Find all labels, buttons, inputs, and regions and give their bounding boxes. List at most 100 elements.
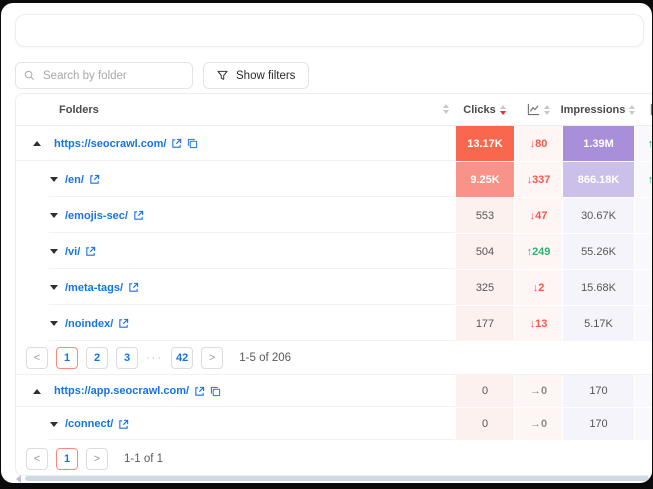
folder-link[interactable]: /en/ [65, 174, 100, 186]
table-row: https://app.seocrawl.com/ 0 →0 170 ↑ [16, 375, 652, 408]
column-header-clicks[interactable]: Clicks [455, 94, 514, 125]
expand-caret-icon[interactable] [50, 177, 58, 182]
sort-carets-icon[interactable] [443, 104, 449, 114]
clicks-trend-cell: →0 [514, 375, 562, 408]
folder-label: https://app.seocrawl.com/ [54, 385, 189, 397]
impressions-trend-cell: ↓8 [634, 198, 652, 234]
external-link-icon[interactable] [118, 318, 129, 329]
pagination-page-42[interactable]: 42 [171, 347, 193, 369]
line-chart-icon [527, 103, 540, 116]
collapsed-filter-panel [15, 14, 644, 47]
line-chart-icon [650, 103, 653, 116]
collapse-caret-icon[interactable] [33, 389, 41, 394]
pagination-next-button[interactable]: > [86, 448, 108, 470]
folders-header-label: Folders [59, 104, 99, 116]
column-header-clicks-trend[interactable] [514, 94, 562, 125]
pagination-page-1[interactable]: 1 [56, 448, 78, 470]
clicks-header-label: Clicks [463, 104, 495, 116]
table-row: /emojis-sec/ 553 ↓47 30.67K ↓8 [16, 198, 652, 234]
sort-carets-icon[interactable] [500, 105, 506, 115]
folder-label: /emojis-sec/ [65, 210, 128, 222]
expand-caret-icon[interactable] [50, 422, 58, 427]
table-row: /meta-tags/ 325 ↓2 15.68K ↑2 [16, 270, 652, 306]
folder-link[interactable]: /noindex/ [65, 318, 129, 330]
search-icon [24, 70, 35, 81]
pagination-page-2[interactable]: 2 [86, 347, 108, 369]
table-row: /connect/ 0 →0 170 ↑ [16, 408, 652, 441]
clicks-cell: 504 [455, 234, 514, 270]
impressions-cell: 30.67K [562, 198, 634, 234]
impressions-cell: 170 [562, 375, 634, 408]
clicks-cell: 9.25K [455, 162, 514, 198]
folder-link[interactable]: /vi/ [65, 246, 96, 258]
column-header-impressions-trend[interactable] [634, 94, 652, 125]
collapse-caret-icon[interactable] [33, 141, 41, 146]
pagination-group-2: < 1 > 1-1 of 1 [16, 441, 652, 477]
external-link-icon[interactable] [133, 210, 144, 221]
expand-caret-icon[interactable] [50, 285, 58, 290]
clicks-trend-cell: ↓337 [514, 162, 562, 198]
app-window: Show filters Folders Clicks Impressions [1, 3, 652, 483]
table-row: /noindex/ 177 ↓13 5.17K ↑ [16, 306, 652, 342]
impressions-trend-cell: ↑74 [634, 126, 652, 162]
pagination-page-1[interactable]: 1 [56, 347, 78, 369]
show-filters-button[interactable]: Show filters [203, 62, 309, 89]
external-link-icon[interactable] [85, 246, 96, 257]
copy-icon[interactable] [210, 386, 221, 397]
horizontal-scrollbar[interactable] [25, 476, 649, 481]
pagination-prev-button[interactable]: < [26, 347, 48, 369]
impressions-cell: 170 [562, 408, 634, 441]
column-header-impressions[interactable]: Impressions [562, 94, 634, 125]
impressions-trend-cell: ↑2 [634, 270, 652, 306]
impressions-trend-cell: ↑ [634, 306, 652, 342]
impressions-cell: 15.68K [562, 270, 634, 306]
clicks-trend-cell: →0 [514, 408, 562, 441]
hscroll-left-arrow[interactable] [16, 475, 21, 483]
impressions-trend-cell: ↑95 [634, 162, 652, 198]
clicks-trend-cell: ↓80 [514, 126, 562, 162]
pagination-ellipsis[interactable]: ··· [146, 352, 163, 364]
pagination-next-button[interactable]: > [201, 347, 223, 369]
external-link-icon[interactable] [89, 174, 100, 185]
impressions-cell: 1.39M [562, 126, 634, 162]
table-row: /en/ 9.25K ↓337 866.18K ↑95 [16, 162, 652, 198]
expand-caret-icon[interactable] [50, 213, 58, 218]
expand-caret-icon[interactable] [50, 249, 58, 254]
clicks-trend-cell: ↓13 [514, 306, 562, 342]
search-input[interactable] [41, 69, 184, 83]
clicks-trend-cell: ↓47 [514, 198, 562, 234]
folder-link[interactable]: /connect/ [65, 418, 129, 430]
clicks-trend-cell: ↓2 [514, 270, 562, 306]
pagination-page-3[interactable]: 3 [116, 347, 138, 369]
external-link-icon[interactable] [118, 419, 129, 430]
clicks-cell: 325 [455, 270, 514, 306]
clicks-cell: 0 [455, 408, 514, 441]
clicks-trend-cell: ↑249 [514, 234, 562, 270]
column-header-folders[interactable]: Folders [16, 94, 455, 125]
impressions-trend-cell: ↑1 [634, 234, 652, 270]
folder-label: /connect/ [65, 418, 113, 430]
impressions-trend-cell: ↑ [634, 408, 652, 441]
folder-link[interactable]: https://app.seocrawl.com/ [54, 385, 221, 397]
expand-caret-icon[interactable] [50, 321, 58, 326]
clicks-cell: 553 [455, 198, 514, 234]
impressions-trend-cell: ↑ [634, 375, 652, 408]
external-link-icon[interactable] [171, 138, 182, 149]
impressions-cell: 55.26K [562, 234, 634, 270]
folder-link[interactable]: https://seocrawl.com/ [54, 138, 198, 150]
search-box[interactable] [15, 62, 193, 89]
folder-label: /vi/ [65, 246, 80, 258]
external-link-icon[interactable] [128, 282, 139, 293]
folder-label: /meta-tags/ [65, 282, 123, 294]
copy-icon[interactable] [187, 138, 198, 149]
pagination-prev-button[interactable]: < [26, 448, 48, 470]
show-filters-label: Show filters [236, 70, 295, 82]
folder-label: /noindex/ [65, 318, 113, 330]
sort-carets-icon[interactable] [544, 105, 550, 115]
external-link-icon[interactable] [194, 386, 205, 397]
folder-link[interactable]: /meta-tags/ [65, 282, 139, 294]
pagination-summary: 1-5 of 206 [239, 352, 291, 364]
folder-label: https://seocrawl.com/ [54, 138, 166, 150]
impressions-cell: 5.17K [562, 306, 634, 342]
folder-link[interactable]: /emojis-sec/ [65, 210, 144, 222]
